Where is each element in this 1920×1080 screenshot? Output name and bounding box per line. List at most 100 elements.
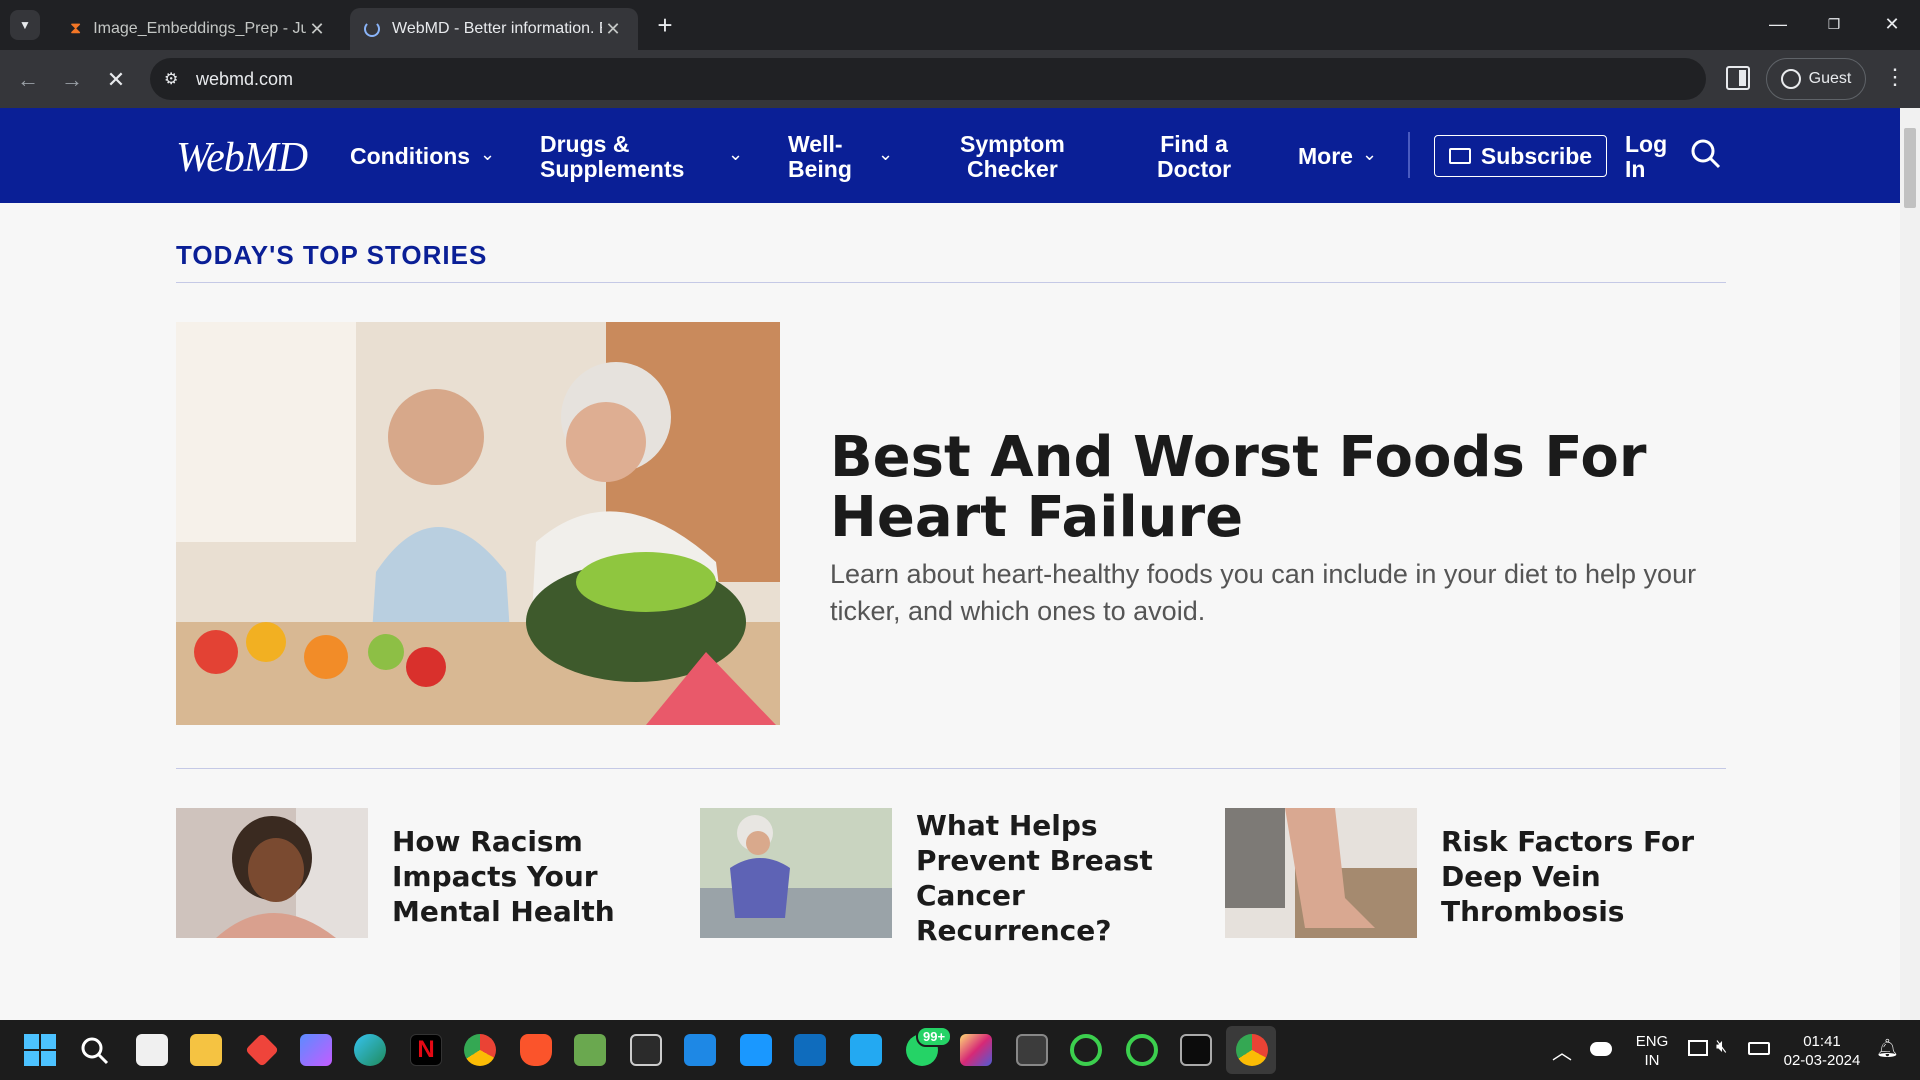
nav-label: Symptom [960,131,1065,157]
minimize-button[interactable]: — [1750,0,1806,48]
loading-spinner-icon [364,21,380,37]
app-icon[interactable] [684,1034,716,1066]
tab-jupyter[interactable]: ⧗ Image_Embeddings_Prep - Jupyter ✕ [56,8,342,50]
nav-label: Checker [967,156,1058,182]
hero-description: Learn about heart-healthy foods you can … [830,559,1697,626]
date-label: 02-03-2024 [1783,1052,1861,1069]
tab-title: Image_Embeddings_Prep - Jupyter [93,20,306,37]
stop-loading-button[interactable]: ✕ [98,62,134,98]
scroll-thumb[interactable] [1904,128,1916,208]
forward-button[interactable]: → [54,62,90,98]
anydesk-icon[interactable] [245,1033,279,1067]
nav-login[interactable]: Log In [1625,132,1667,182]
address-bar[interactable]: ⚙ webmd.com [150,58,1706,100]
instagram-icon[interactable] [960,1034,992,1066]
window-app-icon[interactable] [1016,1034,1048,1066]
terminal-icon[interactable] [630,1034,662,1066]
divider [176,768,1726,769]
volume-muted-icon[interactable]: 🔇︎ [1716,1036,1727,1057]
story-card[interactable]: What Helps Prevent Breast Cancer Recurre… [700,808,1200,947]
story-thumbnail[interactable] [1225,808,1417,938]
tab-webmd[interactable]: WebMD - Better information. Better healt… [350,8,638,50]
nav-label: Well- [788,131,843,157]
story-card[interactable]: Risk Factors For Deep Vein Thrombosis [1225,808,1725,938]
close-icon[interactable]: ✕ [602,19,624,40]
chevron-down-icon[interactable]: ⌄ [728,144,743,165]
restore-button[interactable]: ❐ [1806,0,1862,48]
nav-label: Drugs & [540,131,630,157]
search-icon[interactable] [80,1036,110,1066]
edge-icon[interactable] [354,1034,386,1066]
store-icon[interactable] [136,1034,168,1066]
copilot-icon[interactable] [300,1034,332,1066]
clock[interactable]: 01:41 02-03-2024 [1780,1032,1864,1070]
nav-more[interactable]: More [1298,144,1353,169]
story-thumbnail[interactable] [700,808,892,938]
hero-image[interactable] [176,322,780,725]
side-panel-icon[interactable] [1726,66,1750,90]
chevron-down-icon[interactable]: ⌄ [878,144,893,165]
site-header: WebMD Conditions ⌄ Drugs & Supplements ⌄… [0,108,1900,203]
chrome-icon[interactable] [1236,1034,1268,1066]
story-title[interactable]: Risk Factors For Deep Vein Thrombosis [1441,824,1741,929]
refresh-app-icon[interactable] [1070,1034,1102,1066]
profile-icon [1780,69,1801,89]
webmd-logo[interactable]: WebMD [176,134,308,182]
site-info-icon[interactable]: ⚙ [164,69,178,89]
cloud-icon[interactable] [1590,1042,1612,1056]
close-icon[interactable]: ✕ [306,19,328,40]
outlook-icon[interactable] [794,1034,826,1066]
back-button[interactable]: ← [10,62,46,98]
tab-search-button[interactable]: ▼ [10,10,40,40]
profile-label: Guest [1808,70,1852,87]
nav-find-doctor[interactable]: Find a Doctor [1157,132,1231,182]
profile-button[interactable]: Guest [1766,58,1866,100]
notification-bell-icon[interactable]: 🔔︎ [1876,1038,1899,1059]
hourglass-icon: ⧗ [70,20,82,37]
notification-badge: 99+ [916,1026,953,1047]
url-text: webmd.com [196,68,294,89]
vscode-icon[interactable] [850,1034,882,1066]
time-label: 01:41 [1803,1033,1841,1050]
nav-label: In [1625,156,1646,182]
nav-symptom-checker[interactable]: Symptom Checker [960,132,1065,182]
nav-label: Being [788,156,852,182]
nav-well-being[interactable]: Well- Being [788,132,852,182]
image-editor-icon[interactable] [574,1034,606,1066]
nav-label: Find a [1160,131,1228,157]
nav-drugs-supplements[interactable]: Drugs & Supplements [540,132,684,182]
nav-divider [1408,132,1410,178]
close-window-button[interactable]: ✕ [1864,0,1920,48]
network-icon[interactable] [1688,1040,1708,1056]
page-scrollbar[interactable] [1900,108,1920,1020]
menu-icon[interactable]: ⋮ [1884,64,1906,90]
battery-icon[interactable] [1748,1042,1770,1055]
chevron-up-icon[interactable]: ︿ [1552,1036,1572,1065]
story-thumbnail[interactable] [176,808,368,938]
file-explorer-icon[interactable] [190,1034,222,1066]
mail-icon [1448,148,1471,164]
subscribe-button[interactable]: Subscribe [1434,135,1607,177]
story-title[interactable]: What Helps Prevent Breast Cancer Recurre… [916,808,1216,948]
hero-title[interactable]: Best And Worst Foods For Heart Failure [830,428,1730,548]
nav-label: Doctor [1157,156,1232,182]
prime-video-icon[interactable] [740,1034,772,1066]
refresh-app-icon[interactable] [1126,1034,1158,1066]
chrome-icon[interactable] [464,1034,496,1066]
browser-tab-bar: ▼ ⧗ Image_Embeddings_Prep - Jupyter ✕ We… [0,0,1920,50]
netflix-icon[interactable]: N [410,1034,442,1066]
divider [176,282,1726,283]
start-button[interactable] [24,1034,56,1066]
brave-icon[interactable] [520,1034,552,1066]
terminal-icon[interactable] [1180,1034,1212,1066]
chevron-down-icon[interactable]: ⌄ [480,144,495,165]
nav-label: Supplements [540,156,685,182]
language-indicator[interactable]: ENG IN [1632,1032,1672,1070]
search-icon[interactable] [1690,138,1722,170]
story-card[interactable]: How Racism Impacts Your Mental Health [176,808,676,938]
story-title[interactable]: How Racism Impacts Your Mental Health [392,824,692,929]
chevron-down-icon[interactable]: ⌄ [1362,144,1377,165]
new-tab-button[interactable]: + [650,10,680,40]
lang-label: IN [1644,1052,1660,1069]
nav-conditions[interactable]: Conditions [350,144,470,169]
